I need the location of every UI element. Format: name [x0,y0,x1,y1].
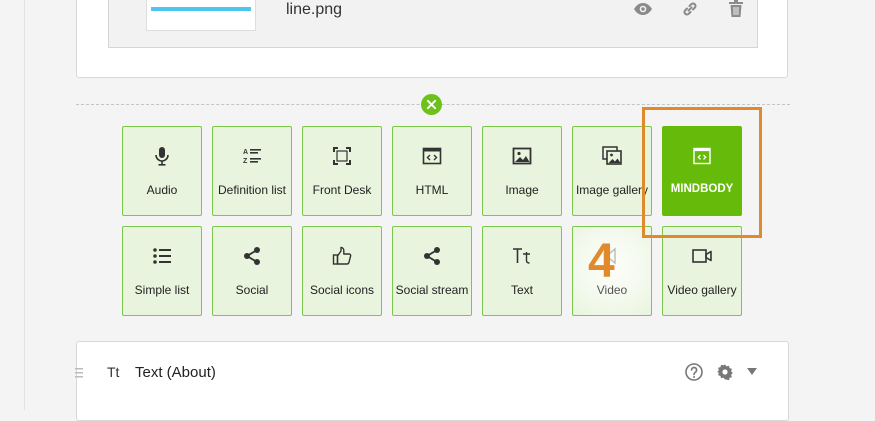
link-icon[interactable] [680,0,700,19]
widget-label: Video gallery [667,283,737,297]
front-desk-icon [303,145,381,169]
widget-social[interactable]: Social [212,226,292,316]
thumbs-up-icon [303,245,381,269]
image-gallery-icon [573,145,651,169]
svg-text:Z: Z [243,158,248,165]
page-left-rule [24,0,25,410]
widget-label: Simple list [134,283,190,297]
widget-label: Definition list [217,183,287,197]
file-name: line.png [286,1,343,18]
widget-video-gallery[interactable]: Video gallery [662,226,742,316]
trash-icon[interactable] [726,0,746,19]
widget-label: Front Desk [312,183,372,197]
gear-icon[interactable] [715,362,735,382]
caret-down-icon[interactable] [742,362,762,382]
drag-handle-icon[interactable] [75,367,83,379]
image-icon [483,145,561,169]
close-widget-picker-button[interactable] [421,94,442,115]
html-code-icon [393,145,471,169]
widget-label: HTML [415,183,449,197]
svg-text:A: A [243,149,248,156]
text-icon [483,245,561,269]
widget-social-stream[interactable]: Social stream [392,226,472,316]
definition-list-icon: AZ [213,145,291,169]
widget-html[interactable]: HTML [392,126,472,216]
widget-simple-list[interactable]: Simple list [122,226,202,316]
simple-list-icon [123,245,201,269]
text-section-panel: Tt Text (About) [75,341,789,421]
video-camera-icon [663,245,741,269]
step-number: 4 [588,235,615,288]
widget-label: Audio [146,183,178,197]
widget-definition-list[interactable]: AZ Definition list [212,126,292,216]
microphone-icon [123,145,201,169]
widget-front-desk[interactable]: Front Desk [302,126,382,216]
file-row: line.png [108,0,758,48]
widget-social-icons[interactable]: Social icons [302,226,382,316]
share-icon [213,245,291,269]
share-stream-icon [393,245,471,269]
file-widget-panel: line.png [76,0,788,78]
widget-label: Social [235,283,269,297]
close-icon [426,99,437,110]
widget-mindbody[interactable]: MINDBODY [662,126,742,216]
widget-label: Social stream [395,283,469,297]
file-thumbnail [146,0,256,31]
mindbody-code-icon [663,145,741,169]
widget-image[interactable]: Image [482,126,562,216]
widget-label: Social icons [309,283,375,297]
widget-image-gallery[interactable]: Image gallery [572,126,652,216]
widget-label: Image [505,183,539,197]
widget-label: Text [510,283,533,297]
text-icon: Tt [107,364,120,380]
widget-label: Image gallery [575,183,649,197]
eye-icon[interactable] [633,0,653,19]
widget-audio[interactable]: Audio [122,126,202,216]
widget-text[interactable]: Text [482,226,562,316]
section-title: Text (About) [135,364,216,381]
help-icon[interactable] [684,362,704,382]
widget-label: MINDBODY [670,183,734,195]
